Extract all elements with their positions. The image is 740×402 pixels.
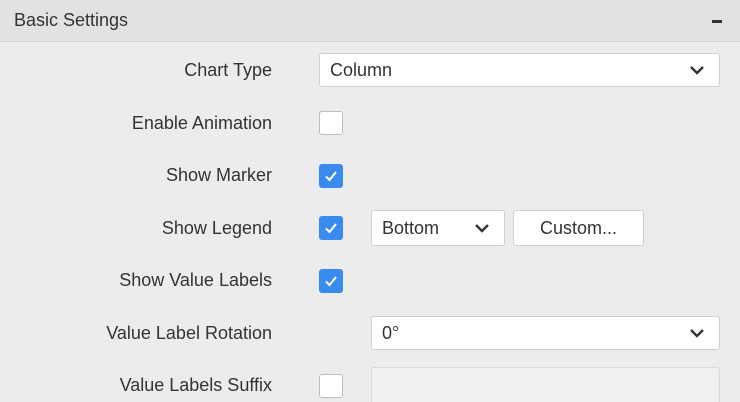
chart-type-value: Column	[330, 60, 393, 80]
checkmark-icon	[325, 223, 337, 234]
value-label-rotation-value: 0°	[382, 323, 400, 343]
enable-animation-checkbox[interactable]	[319, 111, 343, 135]
chevron-down-icon	[690, 329, 704, 338]
show-legend-label: Show Legend	[161, 218, 272, 238]
basic-settings-panel: Basic Settings Chart Type Column Enable …	[0, 0, 740, 402]
value-labels-suffix-checkbox[interactable]	[319, 374, 343, 398]
chevron-down-icon	[690, 66, 704, 75]
chevron-down-icon	[475, 224, 489, 233]
show-marker-checkbox[interactable]	[319, 164, 343, 188]
legend-position-value: Bottom	[382, 218, 440, 238]
value-labels-suffix-label: Value Labels Suffix	[119, 375, 272, 395]
value-label-rotation-select[interactable]: 0°	[371, 316, 720, 350]
minus-icon	[712, 20, 722, 23]
chart-type-select[interactable]: Column	[319, 53, 720, 87]
legend-position-select[interactable]: Bottom	[371, 210, 505, 246]
show-marker-label: Show Marker	[165, 165, 272, 185]
checkmark-icon	[325, 171, 337, 182]
collapse-button[interactable]	[706, 10, 726, 30]
chart-type-label: Chart Type	[184, 60, 272, 80]
panel-title: Basic Settings	[14, 10, 129, 30]
value-label-rotation-label: Value Label Rotation	[106, 323, 272, 343]
enable-animation-label: Enable Animation	[131, 113, 272, 133]
panel-header[interactable]: Basic Settings	[0, 0, 740, 42]
checkmark-icon	[325, 276, 337, 287]
show-value-labels-checkbox[interactable]	[319, 269, 343, 293]
show-value-labels-label: Show Value Labels	[119, 270, 272, 290]
show-legend-checkbox[interactable]	[319, 216, 343, 240]
legend-custom-button[interactable]: Custom...	[513, 210, 644, 246]
value-labels-suffix-input[interactable]	[371, 367, 720, 402]
